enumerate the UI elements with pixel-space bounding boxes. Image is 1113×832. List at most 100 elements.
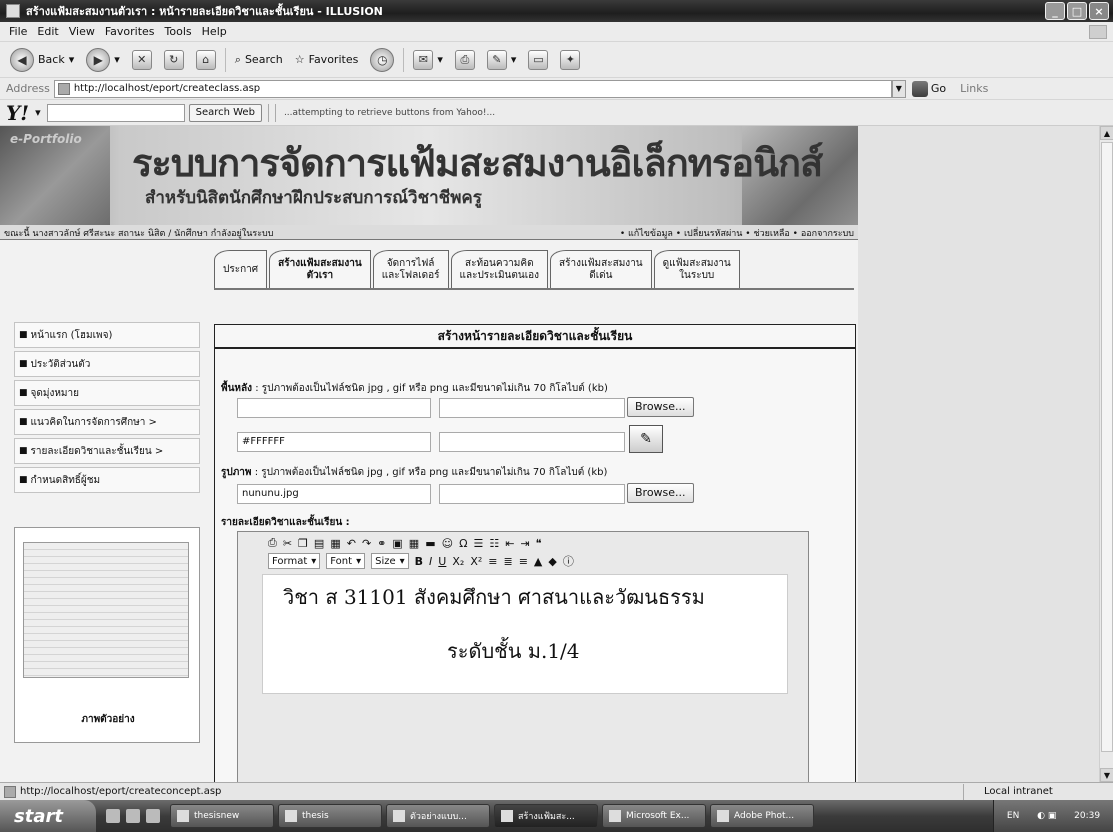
background-color-input[interactable]: #FFFFFF <box>237 432 431 452</box>
format-select[interactable]: Format ▾ <box>268 553 321 569</box>
discuss-icon[interactable]: ▭ <box>528 49 549 70</box>
undo-icon[interactable]: ↶ <box>347 537 356 550</box>
home-icon[interactable]: ⌂ <box>195 49 216 70</box>
scroll-down-icon[interactable]: ▼ <box>1100 768 1113 782</box>
link-icon[interactable]: ⚭ <box>377 537 386 550</box>
paste-icon[interactable]: ▤ <box>314 537 324 550</box>
start-button[interactable]: start <box>0 800 96 832</box>
search-button[interactable]: ⌕ Search <box>229 53 289 67</box>
taskbar-item[interactable]: ตัวอย่างแบบ... <box>386 804 490 828</box>
go-button[interactable]: Go <box>911 80 946 97</box>
cut-icon[interactable]: ✂ <box>283 537 292 550</box>
minimize-button[interactable]: _ <box>1045 2 1065 20</box>
scroll-thumb[interactable] <box>1101 142 1113 752</box>
taskbar-item[interactable]: Microsoft Ex... <box>602 804 706 828</box>
indent-icon[interactable]: ⇥ <box>520 537 529 550</box>
refresh-icon[interactable]: ↻ <box>163 49 184 70</box>
align-right-icon[interactable]: ≡ <box>519 555 528 568</box>
print-icon[interactable]: ⎙ <box>268 536 277 550</box>
color-picker-icon[interactable]: ✎ <box>629 425 663 453</box>
size-select[interactable]: Size ▾ <box>371 553 409 569</box>
forward-button[interactable]: ▶ ▾ <box>80 47 126 72</box>
outdent-icon[interactable]: ⇤ <box>505 537 514 550</box>
ie-quick-icon[interactable] <box>126 809 140 823</box>
sidebar-item-philosophy[interactable]: ■ แนวคิดในการจัดการศึกษา > <box>14 409 200 435</box>
back-button[interactable]: ◀ Back ▾ <box>4 47 80 72</box>
tab-reflection[interactable]: สะท้อนความคิด และประเมินตนเอง <box>450 250 549 288</box>
desktop-icon[interactable] <box>106 809 120 823</box>
tray-icons[interactable]: ◐ ▣ <box>1037 811 1056 821</box>
taskbar-item[interactable]: thesisnew <box>170 804 274 828</box>
tab-view-portfolios[interactable]: ดูแฟ้มสะสมงาน ในระบบ <box>653 250 740 288</box>
smiley-icon[interactable]: ☺ <box>442 537 453 550</box>
ordered-list-icon[interactable]: ☰ <box>473 537 483 550</box>
image-file-path[interactable] <box>439 484 625 504</box>
italic-icon[interactable]: I <box>429 555 432 568</box>
vertical-scrollbar[interactable]: ▲ ▼ <box>1099 126 1113 782</box>
chevron-down-icon[interactable]: ▾ <box>511 53 517 66</box>
maximize-button[interactable]: □ <box>1067 2 1087 20</box>
close-button[interactable]: × <box>1089 2 1109 20</box>
yahoo-logo[interactable]: Y! <box>6 101 29 125</box>
blockquote-icon[interactable]: ❝ <box>536 537 542 550</box>
tab-announcement[interactable]: ประกาศ <box>214 250 268 288</box>
subscript-icon[interactable]: X₂ <box>452 555 464 568</box>
background-browse-button[interactable]: Browse... <box>627 397 694 417</box>
menu-tools[interactable]: Tools <box>160 25 197 38</box>
sidebar-item-class-details[interactable]: ■ รายละเอียดวิชาและชั้นเรียน > <box>14 438 200 464</box>
menu-view[interactable]: View <box>64 25 100 38</box>
background-color-swatch[interactable] <box>439 432 625 452</box>
sidebar-item-goals[interactable]: ■ จุดมุ่งหมาย <box>14 380 200 406</box>
special-char-icon[interactable]: Ω <box>459 537 467 550</box>
bg-color-icon[interactable]: ◆ <box>548 555 556 568</box>
scroll-up-icon[interactable]: ▲ <box>1100 126 1113 140</box>
image-file-input[interactable]: nununu.jpg <box>237 484 431 504</box>
address-dropdown[interactable]: ▼ <box>891 79 906 98</box>
chevron-down-icon[interactable]: ▾ <box>69 53 75 66</box>
favorites-button[interactable]: ☆ Favorites <box>289 53 365 66</box>
font-select[interactable]: Font ▾ <box>326 553 366 569</box>
image-icon[interactable]: ▣ <box>392 537 402 550</box>
editor-content[interactable]: วิชา ส 31101 สังคมศึกษา ศาสนาและวัฒนธรรม… <box>262 574 788 694</box>
tab-create-portfolio[interactable]: สร้างแฟ้มสะสมงาน ตัวเรา <box>269 250 371 288</box>
yahoo-search-input[interactable] <box>46 103 185 122</box>
tab-manage-files[interactable]: จัดการไฟล์ และโฟลเดอร์ <box>372 250 449 288</box>
chevron-down-icon[interactable]: ▾ <box>35 106 41 119</box>
background-file-input[interactable] <box>237 398 431 418</box>
image-browse-button[interactable]: Browse... <box>627 483 694 503</box>
about-icon[interactable]: ⓘ <box>563 553 574 569</box>
yahoo-search-button[interactable]: Search Web <box>188 103 262 122</box>
chevron-down-icon[interactable]: ▾ <box>114 53 120 66</box>
paste-text-icon[interactable]: ▦ <box>330 537 340 550</box>
address-input[interactable]: http://localhost/eport/createclass.asp <box>53 79 892 98</box>
superscript-icon[interactable]: X² <box>470 555 482 568</box>
bullet-list-icon[interactable]: ☷ <box>489 537 499 550</box>
preview-thumbnail[interactable]: ภาพตัวอย่าง <box>14 527 200 743</box>
language-indicator[interactable]: EN <box>1007 811 1019 821</box>
background-file-path[interactable] <box>439 398 625 418</box>
sidebar-item-profile[interactable]: ■ ประวัติส่วนตัว <box>14 351 200 377</box>
media-icon[interactable] <box>146 809 160 823</box>
sidebar-item-home[interactable]: ■ หน้าแรก (โฮมเพจ) <box>14 322 200 348</box>
menu-edit[interactable]: Edit <box>32 25 63 38</box>
taskbar-item[interactable]: thesis <box>278 804 382 828</box>
links-button[interactable]: Links <box>960 82 988 95</box>
sidebar-item-permissions[interactable]: ■ กำหนดสิทธิ์ผู้ชม <box>14 467 200 493</box>
align-center-icon[interactable]: ≣ <box>503 555 512 568</box>
rule-icon[interactable]: ▬ <box>425 537 435 550</box>
align-left-icon[interactable]: ≡ <box>488 555 497 568</box>
edit-icon[interactable]: ✎ <box>486 49 507 70</box>
bold-icon[interactable]: B <box>415 555 423 568</box>
menu-file[interactable]: File <box>4 25 32 38</box>
mail-icon[interactable]: ✉ <box>413 49 434 70</box>
underline-icon[interactable]: U <box>438 555 446 568</box>
print-icon[interactable]: ⎙ <box>454 49 475 70</box>
tab-best-portfolio[interactable]: สร้างแฟ้มสะสมงาน ดีเด่น <box>550 250 652 288</box>
text-color-icon[interactable]: ▲ <box>534 555 542 568</box>
history-icon[interactable]: ◷ <box>370 47 395 72</box>
redo-icon[interactable]: ↷ <box>362 537 371 550</box>
table-icon[interactable]: ▦ <box>409 537 419 550</box>
chevron-down-icon[interactable]: ▾ <box>437 53 443 66</box>
account-links[interactable]: • แก้ไขข้อมูล • เปลี่ยนรหัสผ่าน • ช่วยเห… <box>620 226 854 240</box>
copy-icon[interactable]: ❐ <box>298 537 308 550</box>
